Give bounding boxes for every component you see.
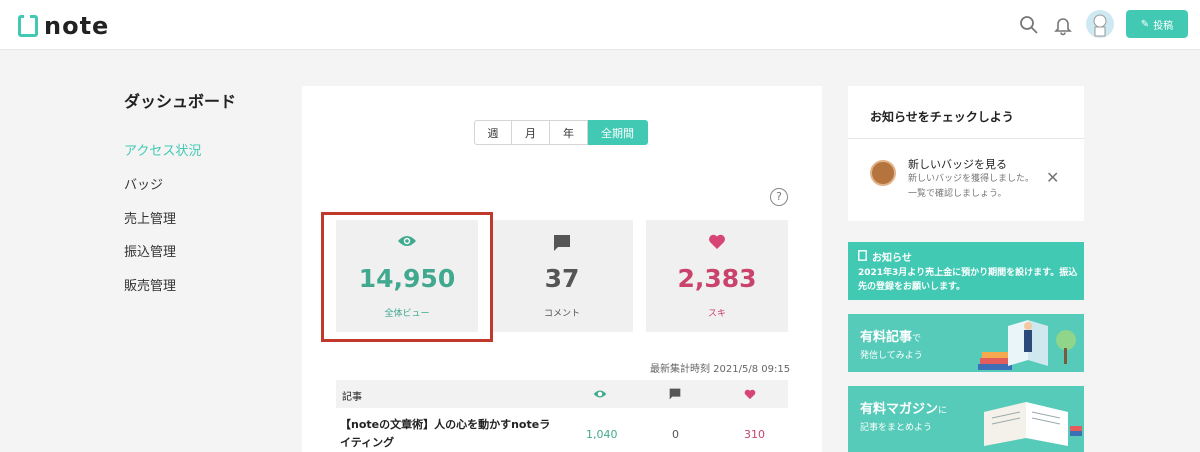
promo-title-suffix: に	[938, 406, 948, 416]
help-icon[interactable]: ?	[770, 188, 788, 206]
paid-article-banner[interactable]: 有料記事で 発信してみよう	[848, 314, 1084, 372]
info-banner[interactable]: お知らせ 2021年3月より売上金に預かり期間を設けます。振込先の登録をお願いし…	[848, 242, 1084, 300]
likes-count: 2,383	[677, 264, 757, 293]
promo-title-suffix: で	[912, 334, 922, 344]
top-header: note ✎ 投稿	[0, 0, 1200, 50]
promo-subtitle: 発信してみよう	[860, 351, 923, 361]
likes-card: 2,383 スキ	[646, 220, 788, 332]
post-button-label: 投稿	[1153, 20, 1174, 32]
column-heart-icon	[744, 389, 756, 400]
updated-timestamp: 最新集計時刻 2021/5/8 09:15	[650, 364, 791, 375]
sidebar-item-sales[interactable]: 売上管理	[124, 208, 176, 227]
column-article: 記事	[342, 392, 362, 403]
article-views: 1,040	[586, 428, 618, 441]
comments-card: 37 コメント	[491, 220, 633, 332]
sidebar-title: ダッシュボード	[124, 92, 237, 111]
column-views-eye-icon	[593, 390, 607, 398]
divider	[848, 138, 1084, 139]
search-icon[interactable]	[1018, 14, 1040, 36]
period-year-button[interactable]: 年	[550, 120, 588, 145]
promo-title: 有料マガジンに	[860, 398, 947, 417]
books-illustration	[978, 320, 1076, 370]
article-comments: 0	[672, 428, 679, 441]
info-body: 2021年3月より売上金に預かり期間を設けます。振込先の登録をお願いします。	[858, 268, 1078, 292]
heart-icon	[709, 234, 725, 249]
period-month-button[interactable]: 月	[512, 120, 550, 145]
sidebar-item-sales-management[interactable]: 販売管理	[124, 275, 176, 294]
close-icon[interactable]: ✕	[1046, 168, 1059, 187]
sidebar-item-access[interactable]: アクセス状況	[124, 140, 201, 159]
info-title: お知らせ	[872, 253, 912, 264]
badge-description: 新しいバッジを獲得しました。一覧で確認しましょう。	[908, 174, 1035, 199]
paid-magazine-banner[interactable]: 有料マガジンに 記事をまとめよう	[848, 386, 1084, 452]
promo-subtitle: 記事をまとめよう	[860, 423, 933, 433]
promo-title: 有料記事で	[860, 326, 921, 345]
notice-title: お知らせをチェックしよう	[870, 110, 1014, 124]
bell-icon[interactable]	[1052, 14, 1074, 36]
column-comment-icon	[669, 388, 681, 400]
note-logo[interactable]: note	[18, 12, 109, 40]
badge-icon	[870, 160, 896, 186]
open-book-illustration	[984, 402, 1082, 446]
views-highlight-box	[321, 212, 493, 342]
period-all-button[interactable]: 全期間	[588, 120, 648, 145]
sidebar-item-transfer[interactable]: 振込管理	[124, 241, 176, 260]
likes-label: スキ	[707, 309, 726, 319]
note-icon	[858, 250, 867, 261]
article-title-link[interactable]: 【noteの文章術】人の心を動かすnoteライティング	[340, 416, 560, 452]
avatar[interactable]	[1086, 10, 1114, 38]
pencil-icon: ✎	[1140, 18, 1150, 30]
comment-icon	[554, 235, 570, 251]
badge-title-link[interactable]: 新しいバッジを見る	[908, 156, 1007, 172]
note-logo-icon	[18, 15, 38, 37]
promo-title-main: 有料マガジン	[860, 402, 939, 417]
post-button[interactable]: ✎ 投稿	[1126, 10, 1188, 38]
period-selector: 週 月 年 全期間	[474, 120, 648, 145]
logo-text: note	[44, 12, 110, 40]
promo-title-main: 有料記事	[860, 330, 913, 345]
table-header: 記事	[336, 380, 788, 408]
article-likes: 310	[744, 428, 765, 441]
comments-count: 37	[544, 264, 580, 293]
period-week-button[interactable]: 週	[474, 120, 512, 145]
comments-label: コメント	[543, 309, 580, 319]
sidebar-item-badge[interactable]: バッジ	[124, 174, 163, 193]
